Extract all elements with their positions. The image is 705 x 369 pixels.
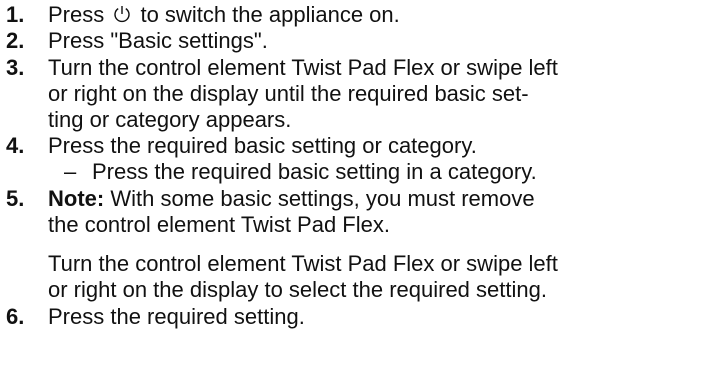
step-number-5: 5. xyxy=(6,186,25,211)
step-number-4: 4. xyxy=(6,133,25,158)
step-number-3: 3. xyxy=(6,55,25,80)
power-icon xyxy=(114,6,131,23)
step-5-note-line-2: the control element Twist Pad Flex. xyxy=(48,212,390,237)
step-3-line-3: ting or category appears. xyxy=(48,107,292,132)
step-4-sub-dash: – xyxy=(64,159,77,184)
step-5-para-line-2: or right on the display to select the re… xyxy=(48,277,547,302)
step-2-text: Press "Basic settings". xyxy=(48,28,268,53)
instruction-document: 1. Press to switch the appliance on. 2. … xyxy=(0,0,705,369)
note-label: Note: xyxy=(48,186,105,211)
step-1-text-after: to switch the appliance on. xyxy=(134,2,400,27)
step-5-note-line-1: Note: With some basic settings, you must… xyxy=(48,186,535,212)
step-3-line-1: Turn the control element Twist Pad Flex … xyxy=(48,55,558,80)
step-4-sub-text: Press the required basic setting in a ca… xyxy=(92,159,537,184)
step-number-6: 6. xyxy=(6,304,25,329)
step-number-1: 1. xyxy=(6,2,25,27)
step-1-text: Press to switch the appliance on. xyxy=(48,2,400,28)
step-3-line-2: or right on the display until the requir… xyxy=(48,81,529,106)
step-number-2: 2. xyxy=(6,28,25,53)
step-4-text: Press the required basic setting or cate… xyxy=(48,133,477,158)
step-1-text-before: Press xyxy=(48,2,111,27)
note-text-first: With some basic settings, you must remov… xyxy=(104,186,535,211)
step-6-text: Press the required setting. xyxy=(48,304,305,329)
step-5-para-line-1: Turn the control element Twist Pad Flex … xyxy=(48,251,558,276)
